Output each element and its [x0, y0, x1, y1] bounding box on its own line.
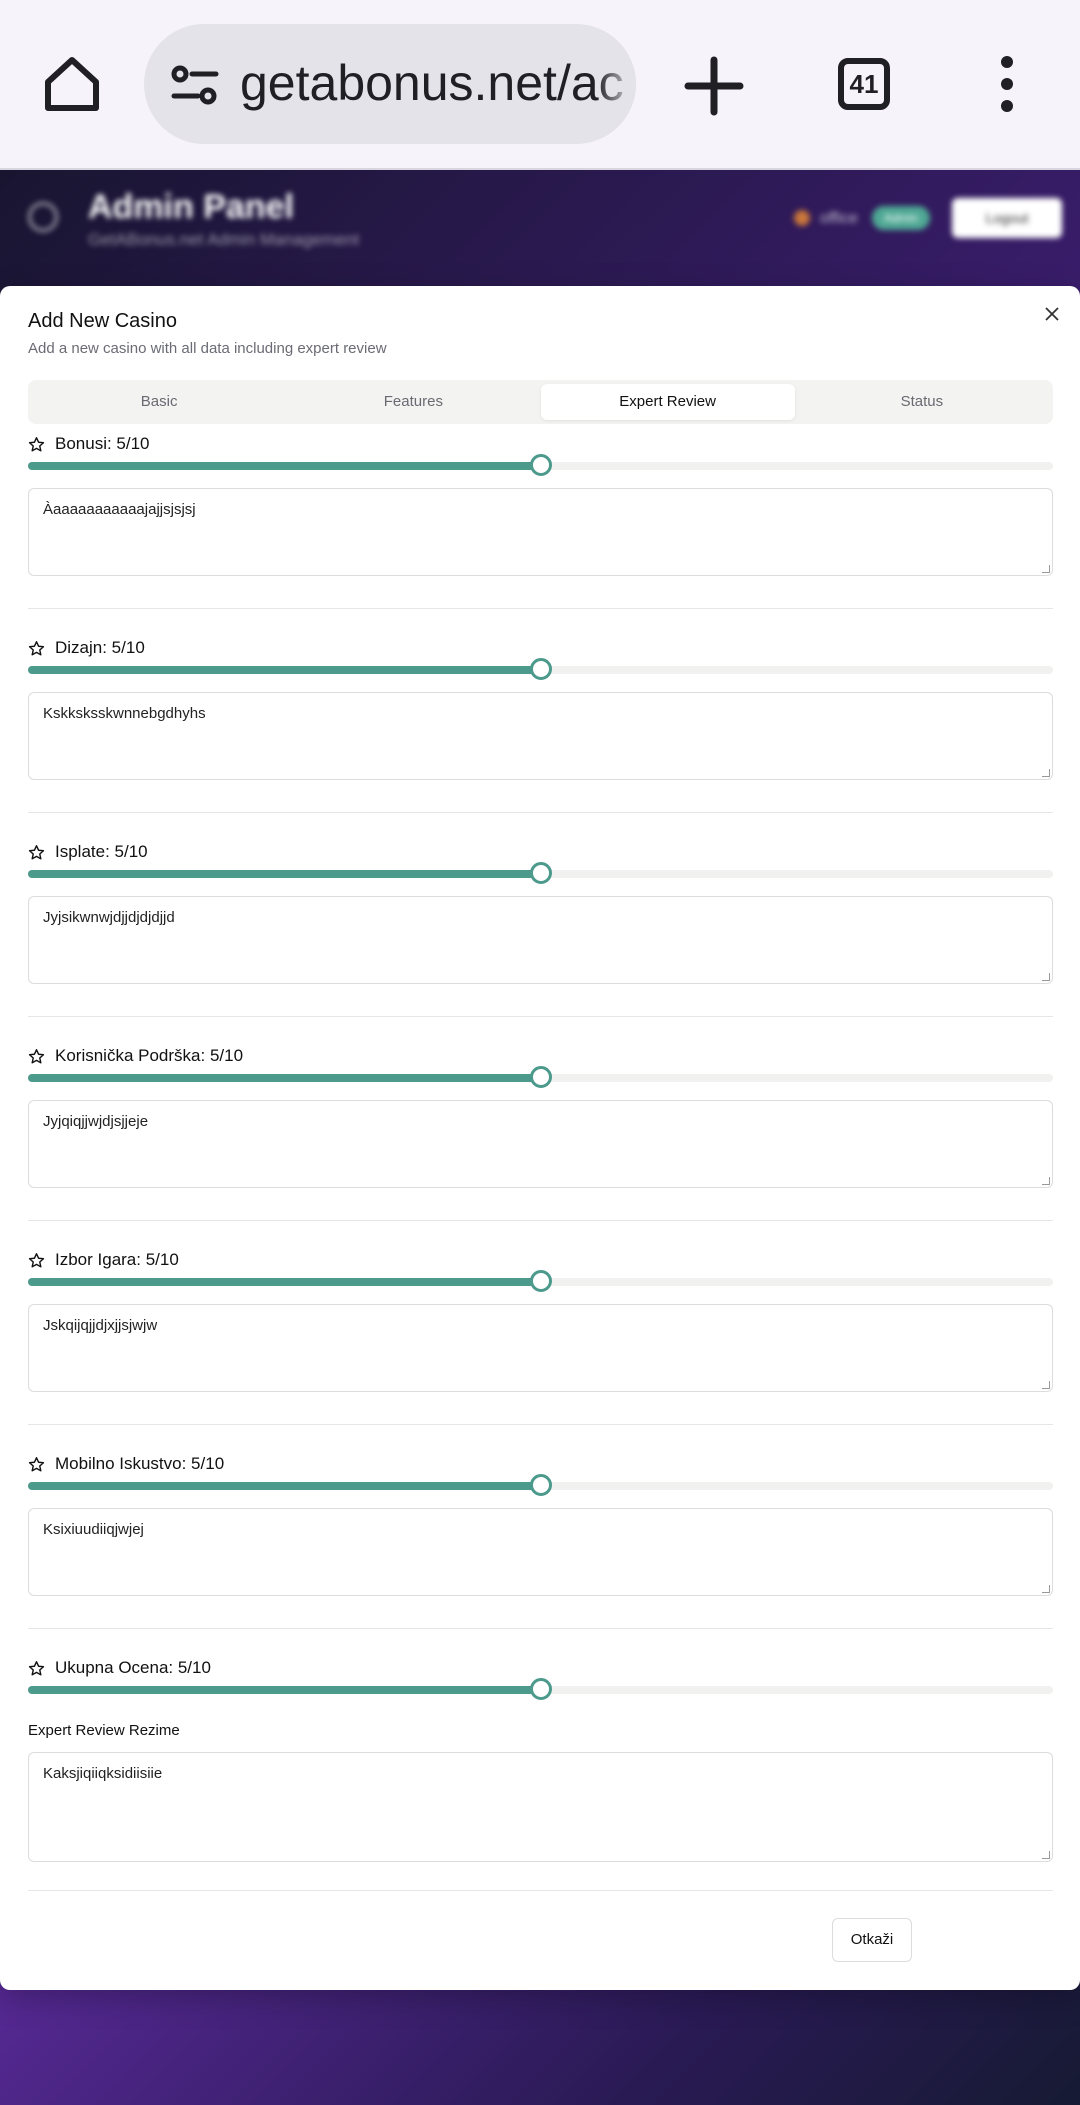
rating-slider[interactable] [28, 1474, 1053, 1496]
tab-basic[interactable]: Basic [32, 384, 286, 420]
rating-label: Bonusi: 5/10 [55, 434, 150, 453]
star-icon [28, 1456, 45, 1472]
rating-comment-textarea[interactable]: Jskqijqjjdjxjjsjwjw [28, 1304, 1053, 1392]
slider-thumb[interactable] [529, 454, 552, 476]
slider-thumb[interactable] [529, 1474, 552, 1496]
slider-fill [28, 1482, 541, 1490]
tab-switcher-button[interactable]: 41 [838, 58, 890, 110]
dialog-title: Add New Casino [28, 310, 177, 332]
rating-label: Izbor Igara: 5/10 [55, 1250, 179, 1269]
tab-status[interactable]: Status [795, 384, 1049, 420]
rating-comment-textarea[interactable]: Kskksksskwnnebgdhyhs [28, 692, 1053, 780]
slider-fill [28, 870, 541, 878]
star-icon [28, 1660, 45, 1676]
divider [28, 1628, 1053, 1629]
star-icon [28, 1252, 45, 1268]
user-icon [794, 210, 810, 226]
role-badge: Admin [872, 206, 930, 230]
rating-slider[interactable] [28, 1270, 1053, 1292]
dialog-tabs: Basic Features Expert Review Status [28, 380, 1053, 424]
rating-comment-textarea[interactable]: Àaaaaaaaaaaajajjsjsjsj [28, 488, 1053, 576]
resize-handle[interactable] [1042, 973, 1050, 981]
slider-thumb[interactable] [529, 1270, 552, 1292]
divider [28, 812, 1053, 813]
divider [28, 1890, 1053, 1891]
url-fade [596, 24, 636, 144]
star-icon [28, 436, 45, 452]
divider [28, 1016, 1053, 1017]
address-bar[interactable]: getabonus.net/ac [144, 24, 636, 144]
more-options-icon[interactable] [994, 56, 1020, 112]
rating-slider[interactable] [28, 658, 1053, 680]
summary-textarea[interactable]: Kaksjiqiiqksidiisiie [28, 1752, 1053, 1862]
admin-title: Admin Panel [88, 188, 294, 226]
rating-label: Isplate: 5/10 [55, 842, 148, 861]
divider [28, 1424, 1053, 1425]
admin-subtitle: GetABonus.net Admin Management [88, 230, 360, 249]
browser-toolbar: getabonus.net/ac 41 [0, 0, 1080, 170]
rating-comment-textarea[interactable]: Jyjsikwnwjdjjdjdjdjjd [28, 896, 1053, 984]
site-settings-icon[interactable] [170, 60, 220, 110]
rating-slider[interactable] [28, 454, 1053, 476]
rating-comment-textarea[interactable]: Ksixiuudiiqjwjej [28, 1508, 1053, 1596]
cancel-button[interactable]: Otkaži [832, 1918, 912, 1962]
admin-header: Admin Panel GetABonus.net Admin Manageme… [0, 170, 1080, 288]
close-icon[interactable] [1042, 304, 1062, 324]
star-icon [28, 1048, 45, 1064]
summary-label: Expert Review Rezime [28, 1722, 180, 1739]
rating-slider[interactable] [28, 1066, 1053, 1088]
slider-fill [28, 1278, 541, 1286]
rating-label: Dizajn: 5/10 [55, 638, 145, 657]
star-icon [28, 844, 45, 860]
star-icon [28, 640, 45, 656]
slider-fill [28, 1686, 541, 1694]
dialog-description: Add a new casino with all data including… [28, 340, 387, 357]
rating-label: Mobilno Iskustvo: 5/10 [55, 1454, 225, 1473]
slider-thumb[interactable] [529, 1678, 552, 1700]
add-casino-dialog: Add New Casino Add a new casino with all… [0, 286, 1080, 1990]
rating-label: Korisnička Podrška: 5/10 [55, 1046, 244, 1065]
shield-icon [28, 202, 58, 232]
slider-thumb[interactable] [529, 1066, 552, 1088]
url-text[interactable]: getabonus.net/ac [240, 54, 624, 112]
resize-handle[interactable] [1042, 1585, 1050, 1593]
home-icon[interactable] [40, 52, 104, 116]
overall-rating-slider[interactable] [28, 1678, 1053, 1700]
tab-features[interactable]: Features [286, 384, 540, 420]
tab-expert-review[interactable]: Expert Review [540, 384, 795, 420]
logout-button: Logout [952, 198, 1062, 238]
rating-comment-textarea[interactable]: Jyjqiqjjwjdjsjjeje [28, 1100, 1053, 1188]
resize-handle[interactable] [1042, 769, 1050, 777]
divider [28, 1220, 1053, 1221]
resize-handle[interactable] [1042, 1851, 1050, 1859]
new-tab-icon[interactable] [680, 52, 748, 120]
slider-fill [28, 462, 541, 470]
resize-handle[interactable] [1042, 565, 1050, 573]
slider-fill [28, 666, 541, 674]
slider-thumb[interactable] [529, 658, 552, 680]
admin-user: office [820, 210, 858, 227]
resize-handle[interactable] [1042, 1177, 1050, 1185]
rating-slider[interactable] [28, 862, 1053, 884]
rating-label: Ukupna Ocena: 5/10 [55, 1658, 211, 1677]
resize-handle[interactable] [1042, 1381, 1050, 1389]
divider [28, 608, 1053, 609]
slider-fill [28, 1074, 541, 1082]
slider-thumb[interactable] [529, 862, 552, 884]
